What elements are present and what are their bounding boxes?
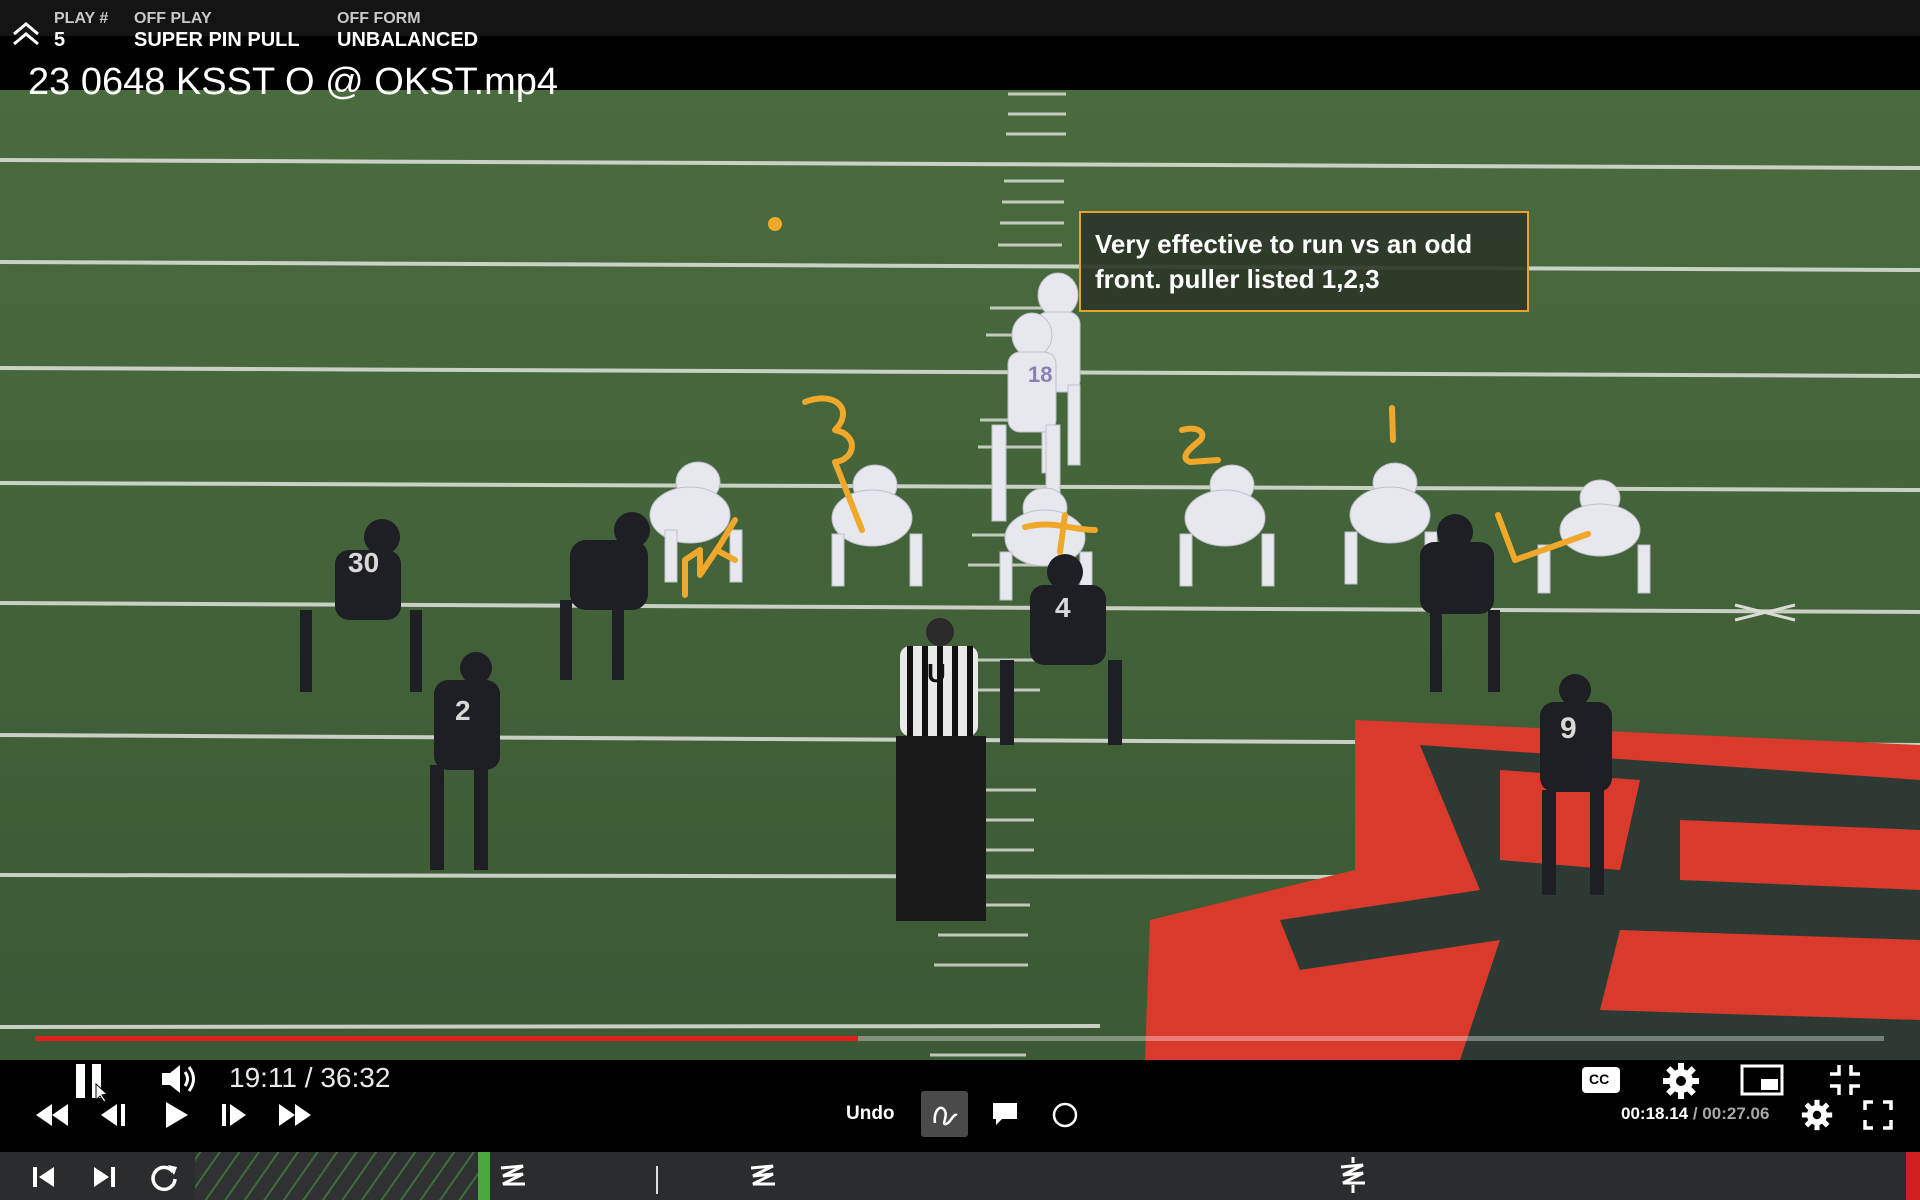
jersey-number-9: 9	[1560, 712, 1577, 745]
gear-icon-small[interactable]	[1800, 1098, 1834, 1132]
step-forward-icon[interactable]	[217, 1099, 253, 1131]
clip-marker-4[interactable]	[1335, 1155, 1371, 1200]
clip-time-total: 00:27.06	[1702, 1104, 1770, 1123]
video-frame[interactable]: 18 30 2 4 9 U Very effective to run vs a…	[0, 90, 1920, 1060]
video-progress-fill	[35, 1036, 858, 1041]
pause-icon[interactable]	[68, 1062, 112, 1102]
double-chevron-up-icon[interactable]	[10, 20, 42, 48]
off-form-value: UNBALANCED	[337, 29, 479, 51]
video-title: 23 0648 KSST O @ OKST.mp4	[28, 61, 559, 103]
play-number-field: PLAY # 5	[54, 10, 108, 52]
fast-forward-icon[interactable]	[275, 1099, 315, 1131]
volume-icon[interactable]	[158, 1061, 198, 1097]
telestration-note[interactable]: Very effective to run vs an odd front. p…	[1079, 211, 1529, 312]
referee: U	[896, 618, 986, 921]
off-play-value: SUPER PIN PULL	[134, 29, 300, 51]
cc-label: CC	[1589, 1071, 1610, 1087]
clip-timeline-strip[interactable]	[0, 1152, 1920, 1200]
off-form-field: OFF FORM UNBALANCED	[337, 10, 478, 52]
jersey-number-30: 30	[348, 547, 379, 578]
off-play-label: OFF PLAY	[134, 10, 212, 27]
jersey-number-2: 2	[455, 695, 471, 726]
jersey-number-4: 4	[1055, 592, 1071, 623]
clip-range-hatch	[195, 1152, 478, 1200]
skip-to-end-icon[interactable]	[88, 1162, 120, 1192]
undo-button[interactable]: Undo	[846, 1103, 895, 1125]
jersey-number-qb: 18	[1028, 362, 1052, 387]
clip-time-separator: /	[1688, 1104, 1703, 1123]
gear-icon[interactable]	[1661, 1061, 1701, 1101]
clip-current-marker[interactable]	[478, 1152, 490, 1200]
off-play-field: OFF PLAY SUPER PIN PULL	[134, 10, 300, 52]
official-letter: U	[927, 658, 946, 688]
clip-marker-3[interactable]	[745, 1160, 781, 1197]
elapsed-time: 19:11 / 36:32	[229, 1062, 391, 1093]
circle-tool-icon[interactable]	[1050, 1100, 1080, 1130]
clip-time-current: 00:18.14	[1621, 1104, 1689, 1123]
comment-icon[interactable]	[989, 1100, 1021, 1128]
exit-fullscreen-icon[interactable]	[1825, 1061, 1865, 1099]
closed-captions-button[interactable]: CC	[1580, 1064, 1622, 1096]
clip-marker-1[interactable]	[495, 1160, 531, 1197]
freehand-draw-icon[interactable]	[921, 1091, 968, 1137]
video-progress-bar[interactable]	[35, 1036, 1884, 1041]
replay-icon[interactable]	[147, 1160, 181, 1194]
fullscreen-icon[interactable]	[1862, 1099, 1894, 1131]
clip-time: 00:18.14 / 00:27.06	[1621, 1104, 1769, 1124]
play-number-label: PLAY #	[54, 10, 109, 27]
skip-to-start-icon[interactable]	[28, 1162, 60, 1192]
clip-marker-red[interactable]	[1906, 1152, 1920, 1200]
football-field-scene: 18 30 2 4 9 U	[0, 90, 1920, 1060]
picture-in-picture-icon[interactable]	[1739, 1062, 1785, 1098]
play-number-value: 5	[54, 29, 66, 51]
telestration-note-text: Very effective to run vs an odd front. p…	[1095, 229, 1473, 294]
play-icon[interactable]	[157, 1098, 193, 1132]
clip-marker-2	[656, 1166, 658, 1194]
off-form-label: OFF FORM	[337, 10, 421, 27]
rewind-icon[interactable]	[32, 1099, 72, 1131]
step-back-icon[interactable]	[94, 1099, 130, 1131]
